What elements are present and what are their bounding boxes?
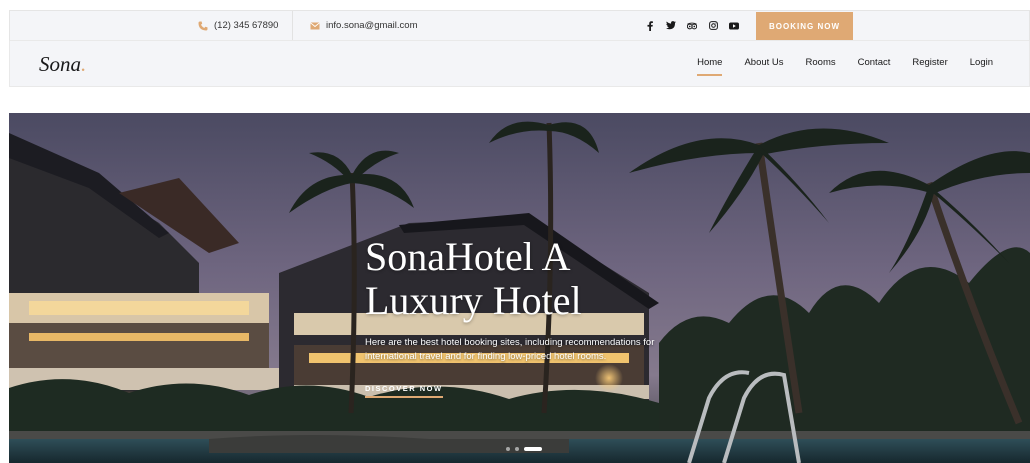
hero-slider: SonaHotel A Luxury Hotel Here are the be… <box>9 113 1030 463</box>
top-bar: (12) 345 67890 info.sona@gmail.com BOOKI… <box>9 10 1030 41</box>
tripadvisor-icon[interactable] <box>687 21 697 31</box>
logo-text: Sona <box>39 52 81 76</box>
site-logo[interactable]: Sona. <box>39 52 86 77</box>
social-links <box>645 11 739 40</box>
hero-title: SonaHotel A Luxury Hotel <box>365 234 582 323</box>
hero-content: SonaHotel A Luxury Hotel Here are the be… <box>365 235 685 398</box>
main-navbar: Sona. Home About Us Rooms Contact Regist… <box>9 41 1030 87</box>
mail-icon <box>310 21 320 30</box>
facebook-icon[interactable] <box>645 20 655 31</box>
email-contact: info.sona@gmail.com <box>310 11 418 40</box>
nav-item-rooms[interactable]: Rooms <box>806 57 836 70</box>
phone-number: (12) 345 67890 <box>214 20 279 31</box>
nav-menu: Home About Us Rooms Contact Register Log… <box>697 41 993 86</box>
slider-dots <box>506 447 542 451</box>
site-header: (12) 345 67890 info.sona@gmail.com BOOKI… <box>9 10 1030 87</box>
instagram-icon[interactable] <box>708 21 718 31</box>
slider-dot-1[interactable] <box>506 447 510 451</box>
twitter-icon[interactable] <box>666 21 676 31</box>
phone-icon <box>198 21 208 31</box>
logo-dot: . <box>81 52 87 76</box>
booking-now-button[interactable]: BOOKING NOW <box>756 12 853 40</box>
slider-dot-3-active[interactable] <box>524 447 542 451</box>
nav-item-login[interactable]: Login <box>970 57 993 70</box>
nav-item-contact[interactable]: Contact <box>858 57 891 70</box>
phone-contact: (12) 345 67890 <box>198 11 278 40</box>
discover-now-link[interactable]: DISCOVER NOW <box>365 384 443 398</box>
nav-item-about-us[interactable]: About Us <box>744 57 783 70</box>
youtube-icon[interactable] <box>729 21 739 31</box>
hero-subtitle: Here are the best hotel booking sites, i… <box>365 337 655 362</box>
nav-item-register[interactable]: Register <box>912 57 947 70</box>
email-address: info.sona@gmail.com <box>326 20 418 31</box>
topbar-divider <box>292 11 293 40</box>
nav-item-home[interactable]: Home <box>697 57 723 76</box>
slider-dot-2[interactable] <box>515 447 519 451</box>
